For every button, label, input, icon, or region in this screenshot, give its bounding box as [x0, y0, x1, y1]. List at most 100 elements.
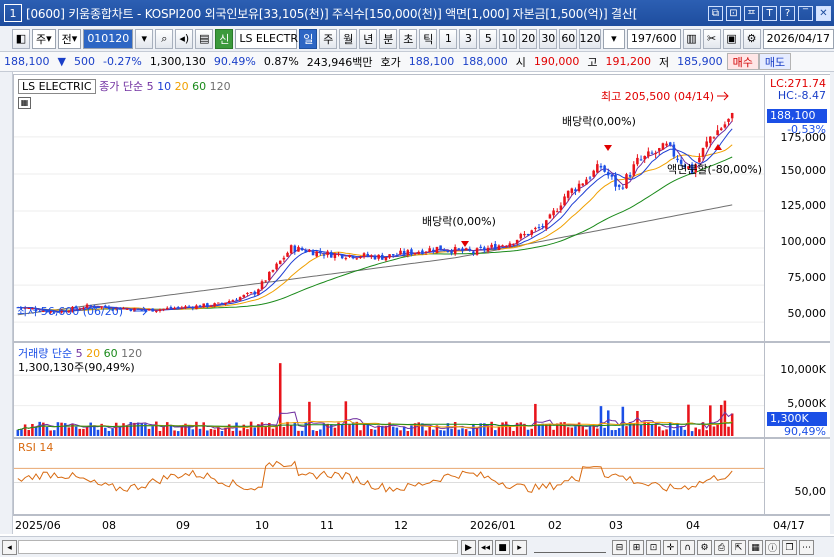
volume-current-pct: 90,49% [784, 425, 826, 438]
volume-bar [315, 430, 318, 436]
info-icon[interactable]: ⓘ [765, 540, 780, 555]
volume-bar [253, 427, 257, 436]
volume-chart-pane[interactable]: 거래량 단순 5 20 60 120 1,300,130주(90,49%) [13, 342, 765, 438]
volume-bar [173, 430, 176, 436]
candle-body [366, 253, 369, 257]
prev-select[interactable]: 전 ▾ [57, 28, 82, 49]
candle-body [129, 309, 133, 312]
search-icon[interactable]: ⌕ [155, 28, 174, 49]
zoom-slider[interactable] [534, 541, 606, 553]
price-chart-pane[interactable]: 최고 205,500 (04/14) 최저 56,600 (06/20) 배당락(0… [13, 74, 765, 342]
volume-bar [504, 421, 508, 436]
chart-type-icon[interactable]: ▥ [682, 28, 701, 49]
candle-body [373, 255, 377, 260]
bottom-scrollbar[interactable]: ◂ ▶ ◂◂ ■ ▸ ⊟ ⊞ ⊡ ✛ ∩ ⚙ ⎙ ⇱ ▦ ⓘ ❐ ⋯ [0, 536, 834, 557]
low-annotation: 최저 56,600 (06/20) [17, 305, 123, 318]
grid-toggle-icon[interactable]: ▦ [18, 97, 31, 109]
magnet-icon[interactable]: ∩ [680, 540, 695, 555]
date-field[interactable]: 2026/04/17 [762, 28, 834, 49]
market-select[interactable]: 주 ▾ [32, 28, 56, 49]
period-month[interactable]: 월 [339, 28, 358, 49]
title-bar: 1 [0600] 키움종합차트 - KOSPI200 외국인보유[33,105(… [0, 0, 834, 26]
interval-10[interactable]: 10 [499, 28, 518, 49]
credit-badge[interactable]: 신 [215, 28, 234, 49]
interval-3[interactable]: 3 [459, 28, 478, 49]
crosshair-icon[interactable]: ✛ [663, 540, 678, 555]
zoom-in-icon[interactable]: ⊞ [629, 540, 644, 555]
fit-icon[interactable]: ⊡ [646, 540, 661, 555]
grid-icon[interactable]: ▦ [748, 540, 763, 555]
link-icon[interactable]: ⊡ [726, 5, 741, 21]
rewind-icon[interactable]: ◂◂ [478, 540, 493, 555]
candle-body [213, 303, 216, 307]
candle-body [184, 306, 187, 308]
candle-body [599, 165, 603, 168]
volume-bar [206, 430, 209, 436]
interval-select[interactable]: ▾ [602, 28, 625, 49]
tab-icon[interactable]: T [762, 5, 777, 21]
layout-icon[interactable]: ◧ [12, 28, 30, 49]
candle-body [490, 244, 493, 248]
settings-icon[interactable]: ⚙ [697, 540, 712, 555]
candle-body [140, 309, 144, 311]
candle-body [333, 253, 337, 258]
code-dropdown-icon[interactable]: ▾ [135, 28, 154, 49]
interval-60[interactable]: 60 [559, 28, 578, 49]
sell-button[interactable]: 매도 [758, 53, 792, 70]
hc-label: HC:-8.47 [777, 89, 826, 102]
candle-body [220, 303, 224, 305]
candle-body [698, 157, 701, 163]
volume-bar [432, 429, 435, 436]
candle-body [730, 113, 734, 119]
pin-icon[interactable]: ᄑ [744, 5, 759, 21]
candle-body [424, 251, 428, 253]
interval-1[interactable]: 1 [439, 28, 458, 49]
volume-ratio: 90.49% [213, 55, 256, 68]
ma10-line [17, 128, 733, 313]
rsi-chart-pane[interactable]: RSI 14 [13, 438, 765, 515]
interval-120[interactable]: 120 [579, 28, 601, 49]
speaker-icon[interactable]: ◂) [175, 28, 194, 49]
save-icon[interactable]: ▣ [722, 28, 741, 49]
interval-20[interactable]: 20 [519, 28, 538, 49]
period-day[interactable]: 일 [299, 28, 318, 49]
export-icon[interactable]: ⇱ [731, 540, 746, 555]
candle-body [650, 152, 654, 154]
count-field[interactable]: 197/600 [626, 28, 681, 49]
volume-bar [220, 431, 224, 436]
minimize-icon[interactable]: ‾ [798, 5, 813, 21]
print-icon[interactable]: ⎙ [714, 540, 729, 555]
volume-bar [428, 426, 431, 436]
interval-30[interactable]: 30 [539, 28, 558, 49]
help-icon[interactable]: ? [780, 5, 795, 21]
volume-bar [362, 423, 366, 436]
code-input[interactable]: 010120 [83, 28, 134, 49]
interval-5[interactable]: 5 [479, 28, 498, 49]
memo-icon[interactable]: ▤ [195, 28, 214, 49]
period-week[interactable]: 주 [319, 28, 338, 49]
restore-icon[interactable]: ⧉ [708, 5, 723, 21]
period-minute[interactable]: 분 [379, 28, 398, 49]
zoom-out-icon[interactable]: ⊟ [612, 540, 627, 555]
period-tick[interactable]: 틱 [419, 28, 438, 49]
buy-button[interactable]: 매수 [726, 53, 759, 70]
close-icon[interactable]: ✕ [816, 5, 831, 21]
forward-icon[interactable]: ▸ [512, 540, 527, 555]
period-year[interactable]: 년 [359, 28, 378, 49]
scroll-left-icon[interactable]: ◂ [2, 540, 17, 555]
stop-icon[interactable]: ■ [495, 540, 510, 555]
period-second[interactable]: 초 [399, 28, 418, 49]
candle-body [705, 141, 708, 147]
scroll-track[interactable] [18, 540, 458, 554]
more-icon[interactable]: ⋯ [799, 540, 814, 555]
window-icon[interactable]: ❐ [782, 540, 797, 555]
vol-tick-5000k: 5,000K [787, 397, 826, 410]
volume-bar [450, 428, 453, 436]
gear-icon[interactable]: ⚙ [742, 28, 761, 49]
tools-icon[interactable]: ✂ [702, 28, 721, 49]
volume-bar [599, 406, 603, 436]
volume-bar [679, 426, 683, 436]
play-icon[interactable]: ▶ [461, 540, 476, 555]
candle-body [468, 248, 472, 251]
volume-bar [672, 430, 676, 436]
